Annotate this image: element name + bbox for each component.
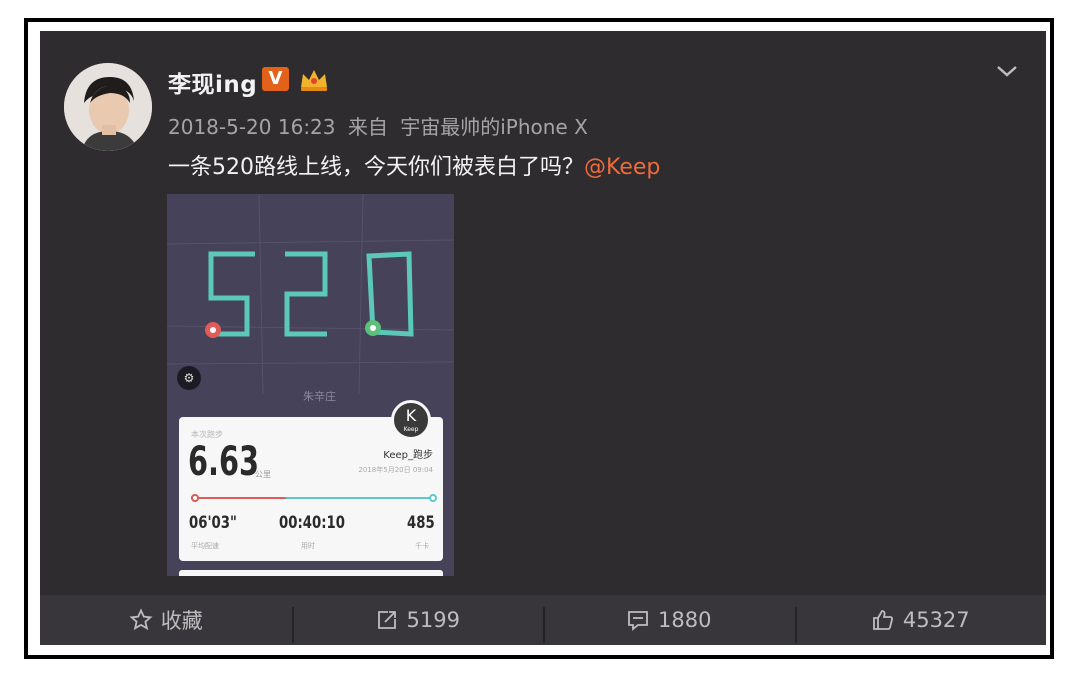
repost-button[interactable]: 5199 — [291, 595, 544, 645]
post-meta: 2018-5-20 16:23 来自 宇宙最帅的iPhone X — [168, 111, 594, 140]
like-count: 45327 — [902, 608, 970, 632]
run-distance: 6.63 — [188, 439, 260, 485]
crown-badge-icon — [298, 67, 330, 93]
repost-count: 5199 — [406, 608, 460, 632]
calories-label: 千卡 — [415, 542, 429, 550]
run-date: 2018年5月20日 09:04 — [358, 466, 433, 474]
source-prefix: 来自 — [347, 115, 388, 139]
run-calories: 485 — [407, 513, 435, 533]
comment-button[interactable]: 1880 — [543, 595, 795, 645]
chevron-down-icon[interactable] — [992, 59, 1022, 83]
end-marker-icon — [365, 320, 381, 336]
post-text: 一条520路线上线，今天你们被表白了吗？@Keep — [168, 149, 660, 181]
run-pace: 06'03" — [189, 513, 237, 533]
run-duration: 00:40:10 — [279, 513, 345, 533]
favorite-button[interactable]: 收藏 — [40, 595, 292, 645]
mention-link[interactable]: @Keep — [584, 155, 660, 180]
map-area-label: 朱辛庄 — [303, 390, 336, 403]
avatar[interactable] — [64, 63, 152, 151]
like-button[interactable]: 45327 — [794, 595, 1047, 645]
run-progress-bar — [191, 497, 435, 499]
start-marker-icon — [205, 322, 221, 338]
distance-unit: 公里 — [255, 470, 271, 479]
comment-icon — [628, 611, 648, 631]
post-body: 一条520路线上线，今天你们被表白了吗？ — [168, 155, 584, 180]
second-card-edge — [179, 570, 443, 576]
post-timestamp[interactable]: 2018-5-20 16:23 — [168, 115, 336, 139]
post-image[interactable]: ⚙ 朱辛庄 本次跑步 6.63 公里 Keep_跑步 2018年5月20日 09… — [167, 194, 454, 576]
run-progress-fill — [191, 497, 287, 499]
duration-label: 用时 — [301, 542, 315, 550]
star-icon — [129, 608, 153, 631]
thumbs-up-icon — [872, 610, 893, 630]
source-device: 宇宙最帅的iPhone X — [400, 115, 588, 139]
keep-logo-letter: K — [405, 406, 417, 425]
brand-name: Keep_跑步 — [383, 450, 433, 461]
verified-badge-icon: V — [262, 67, 289, 91]
weibo-post-card: 李现ing V 2018-5-20 16:23 来自 宇宙最帅的iPhone X… — [40, 31, 1046, 645]
favorite-label: 收藏 — [160, 609, 203, 633]
route-share-icon[interactable]: ⚙ — [177, 366, 201, 390]
progress-end-dot — [429, 494, 437, 502]
keep-logo-text: Keep — [403, 426, 419, 433]
comment-count: 1880 — [658, 608, 712, 632]
outer-frame: 李现ing V 2018-5-20 16:23 来自 宇宙最帅的iPhone X… — [24, 18, 1054, 659]
username[interactable]: 李现ing — [168, 65, 257, 99]
progress-start-dot — [191, 494, 199, 502]
keep-logo-icon: K Keep — [391, 400, 431, 440]
pace-label: 平均配速 — [191, 542, 219, 550]
action-bar: 收藏 5199 1880 45327 — [40, 595, 1046, 645]
repost-icon — [377, 611, 396, 629]
